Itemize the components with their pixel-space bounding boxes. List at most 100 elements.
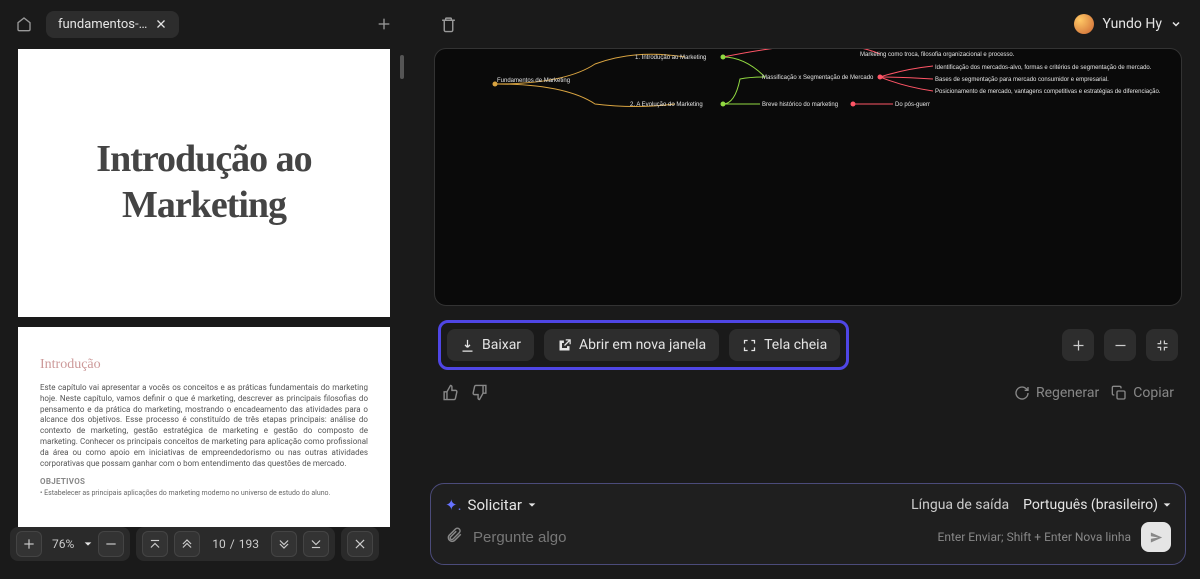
svg-text:Do pós-guerr: Do pós-guerr xyxy=(895,102,930,108)
objective-item: • Estabelecer as principais aplicações d… xyxy=(40,489,368,497)
highlighted-actions: Baixar Abrir em nova janela Tela cheia xyxy=(438,320,849,370)
chevron-down-icon xyxy=(1170,18,1182,30)
svg-text:1. Introdução ao Marketing: 1. Introdução ao Marketing xyxy=(635,55,706,61)
download-button[interactable]: Baixar xyxy=(447,329,534,361)
avatar xyxy=(1074,14,1094,34)
fullscreen-label: Tela cheia xyxy=(764,337,827,353)
copy-label: Copiar xyxy=(1133,385,1174,401)
chevron-bottom-icon xyxy=(309,537,323,551)
zoom-in-button[interactable] xyxy=(1062,329,1094,361)
last-page-button[interactable] xyxy=(303,531,329,557)
zoom-level: 76% xyxy=(48,537,78,551)
plus-icon xyxy=(22,537,36,551)
home-icon xyxy=(16,16,32,32)
top-bar: Yundo Hy xyxy=(416,0,1200,48)
sparkle-icon: ✦. xyxy=(445,496,462,514)
download-icon xyxy=(460,338,475,353)
zoom-out-button[interactable] xyxy=(98,531,124,557)
page-sep: / xyxy=(230,537,235,551)
zoom-in-button[interactable] xyxy=(16,531,42,557)
open-new-window-button[interactable]: Abrir em nova janela xyxy=(544,329,719,361)
svg-text:Identificação dos mercados-alv: Identificação dos mercados-alvo, formas … xyxy=(935,65,1152,71)
svg-text:Massificação x Segmentação de: Massificação x Segmentação de Mercado xyxy=(762,75,874,81)
prompt-area: ✦. Solicitar Língua de saída Português (… xyxy=(430,483,1186,565)
home-button[interactable] xyxy=(10,10,38,38)
first-page-button[interactable] xyxy=(142,531,168,557)
prompt-input[interactable] xyxy=(473,529,928,546)
pdf-page: Introdução Este capítulo vai apresentar … xyxy=(18,327,390,527)
external-link-icon xyxy=(557,338,572,353)
tab-bar: fundamentos-… xyxy=(0,0,408,43)
prev-page-button[interactable] xyxy=(174,531,200,557)
section-heading: Introdução xyxy=(40,357,368,373)
request-menu[interactable]: ✦. Solicitar xyxy=(445,496,536,514)
chevrons-down-icon xyxy=(277,537,291,551)
send-button[interactable] xyxy=(1141,522,1171,552)
svg-text:Breve histórico do marketing: Breve histórico do marketing xyxy=(762,102,838,108)
thumbs-down-icon xyxy=(471,384,488,401)
caret-down-icon[interactable] xyxy=(84,540,92,548)
open-window-label: Abrir em nova janela xyxy=(579,337,706,353)
close-toolbar-button[interactable] xyxy=(347,531,373,557)
total-pages: 193 xyxy=(239,537,259,551)
user-name: Yundo Hy xyxy=(1102,16,1162,32)
copy-button[interactable]: Copiar xyxy=(1111,385,1174,401)
next-page-button[interactable] xyxy=(271,531,297,557)
delete-button[interactable] xyxy=(434,10,462,38)
actions-row: Baixar Abrir em nova janela Tela cheia xyxy=(434,306,1182,370)
close-icon[interactable] xyxy=(155,18,167,30)
download-label: Baixar xyxy=(482,337,521,353)
svg-text:Fundamentos de Marketing: Fundamentos de Marketing xyxy=(497,78,570,84)
caret-down-icon xyxy=(1163,501,1171,509)
output-lang-label: Língua de saída xyxy=(911,497,1009,513)
minus-icon xyxy=(1113,338,1128,353)
plus-icon xyxy=(376,16,392,32)
file-tab[interactable]: fundamentos-… xyxy=(46,11,179,38)
collapse-icon xyxy=(1155,338,1170,353)
mindmap-svg: Fundamentos de Marketing 1. Introdução a… xyxy=(435,49,1182,169)
pdf-page: Introdução ao Marketing xyxy=(18,49,390,317)
send-icon xyxy=(1149,530,1164,545)
expand-icon xyxy=(742,338,757,353)
pdf-viewer[interactable]: Introdução ao Marketing Introdução Este … xyxy=(0,43,408,579)
page-title: Introdução ao Marketing xyxy=(40,137,368,228)
close-icon xyxy=(353,537,367,551)
chevron-top-icon xyxy=(148,537,162,551)
caret-down-icon xyxy=(528,501,536,509)
feedback-row: Regenerar Copiar xyxy=(434,370,1182,401)
paperclip-icon xyxy=(445,526,463,544)
scrollbar-handle[interactable] xyxy=(400,55,404,79)
svg-text:Posicionamento de mercado, van: Posicionamento de mercado, vantagens com… xyxy=(935,89,1161,95)
fit-button[interactable] xyxy=(1146,329,1178,361)
selected-language: Português (brasileiro) xyxy=(1023,497,1158,513)
thumbs-down-button[interactable] xyxy=(471,384,488,401)
user-menu[interactable]: Yundo Hy xyxy=(1074,14,1182,34)
language-select[interactable]: Português (brasileiro) xyxy=(1023,497,1171,513)
current-page: 10 xyxy=(212,537,226,551)
copy-icon xyxy=(1111,385,1127,401)
zoom-out-button[interactable] xyxy=(1104,329,1136,361)
mindmap-card[interactable]: Fundamentos de Marketing 1. Introdução a… xyxy=(434,48,1182,306)
regenerate-label: Regenerar xyxy=(1036,385,1099,401)
objectives-label: OBJETIVOS xyxy=(40,477,368,486)
svg-text:Marketing como troca, filosofi: Marketing como troca, filosofia organiza… xyxy=(860,52,1015,58)
add-tab-button[interactable] xyxy=(370,10,398,38)
request-label: Solicitar xyxy=(468,496,522,514)
minus-icon xyxy=(104,537,118,551)
thumbs-up-button[interactable] xyxy=(442,384,459,401)
pdf-panel: fundamentos-… Introdução ao Marketing In… xyxy=(0,0,408,579)
regenerate-button[interactable]: Regenerar xyxy=(1014,385,1099,401)
trash-icon xyxy=(440,16,457,33)
thumbs-up-icon xyxy=(442,384,459,401)
fullscreen-button[interactable]: Tela cheia xyxy=(729,329,840,361)
shortcut-hint: Enter Enviar; Shift + Enter Nova linha xyxy=(938,530,1132,544)
refresh-icon xyxy=(1014,385,1030,401)
pdf-toolbar: 76% 10 / 193 xyxy=(10,527,398,561)
plus-icon xyxy=(1071,338,1086,353)
tab-label: fundamentos-… xyxy=(58,17,147,32)
svg-text:2. A Evolução do Marketing: 2. A Evolução do Marketing xyxy=(630,102,703,108)
chat-panel: Yundo Hy xyxy=(408,0,1200,579)
attach-button[interactable] xyxy=(445,526,463,548)
page-body: Este capítulo vai apresentar a vocês os … xyxy=(40,383,368,469)
svg-text:Bases de segmentação para merc: Bases de segmentação para mercado consum… xyxy=(935,77,1109,83)
